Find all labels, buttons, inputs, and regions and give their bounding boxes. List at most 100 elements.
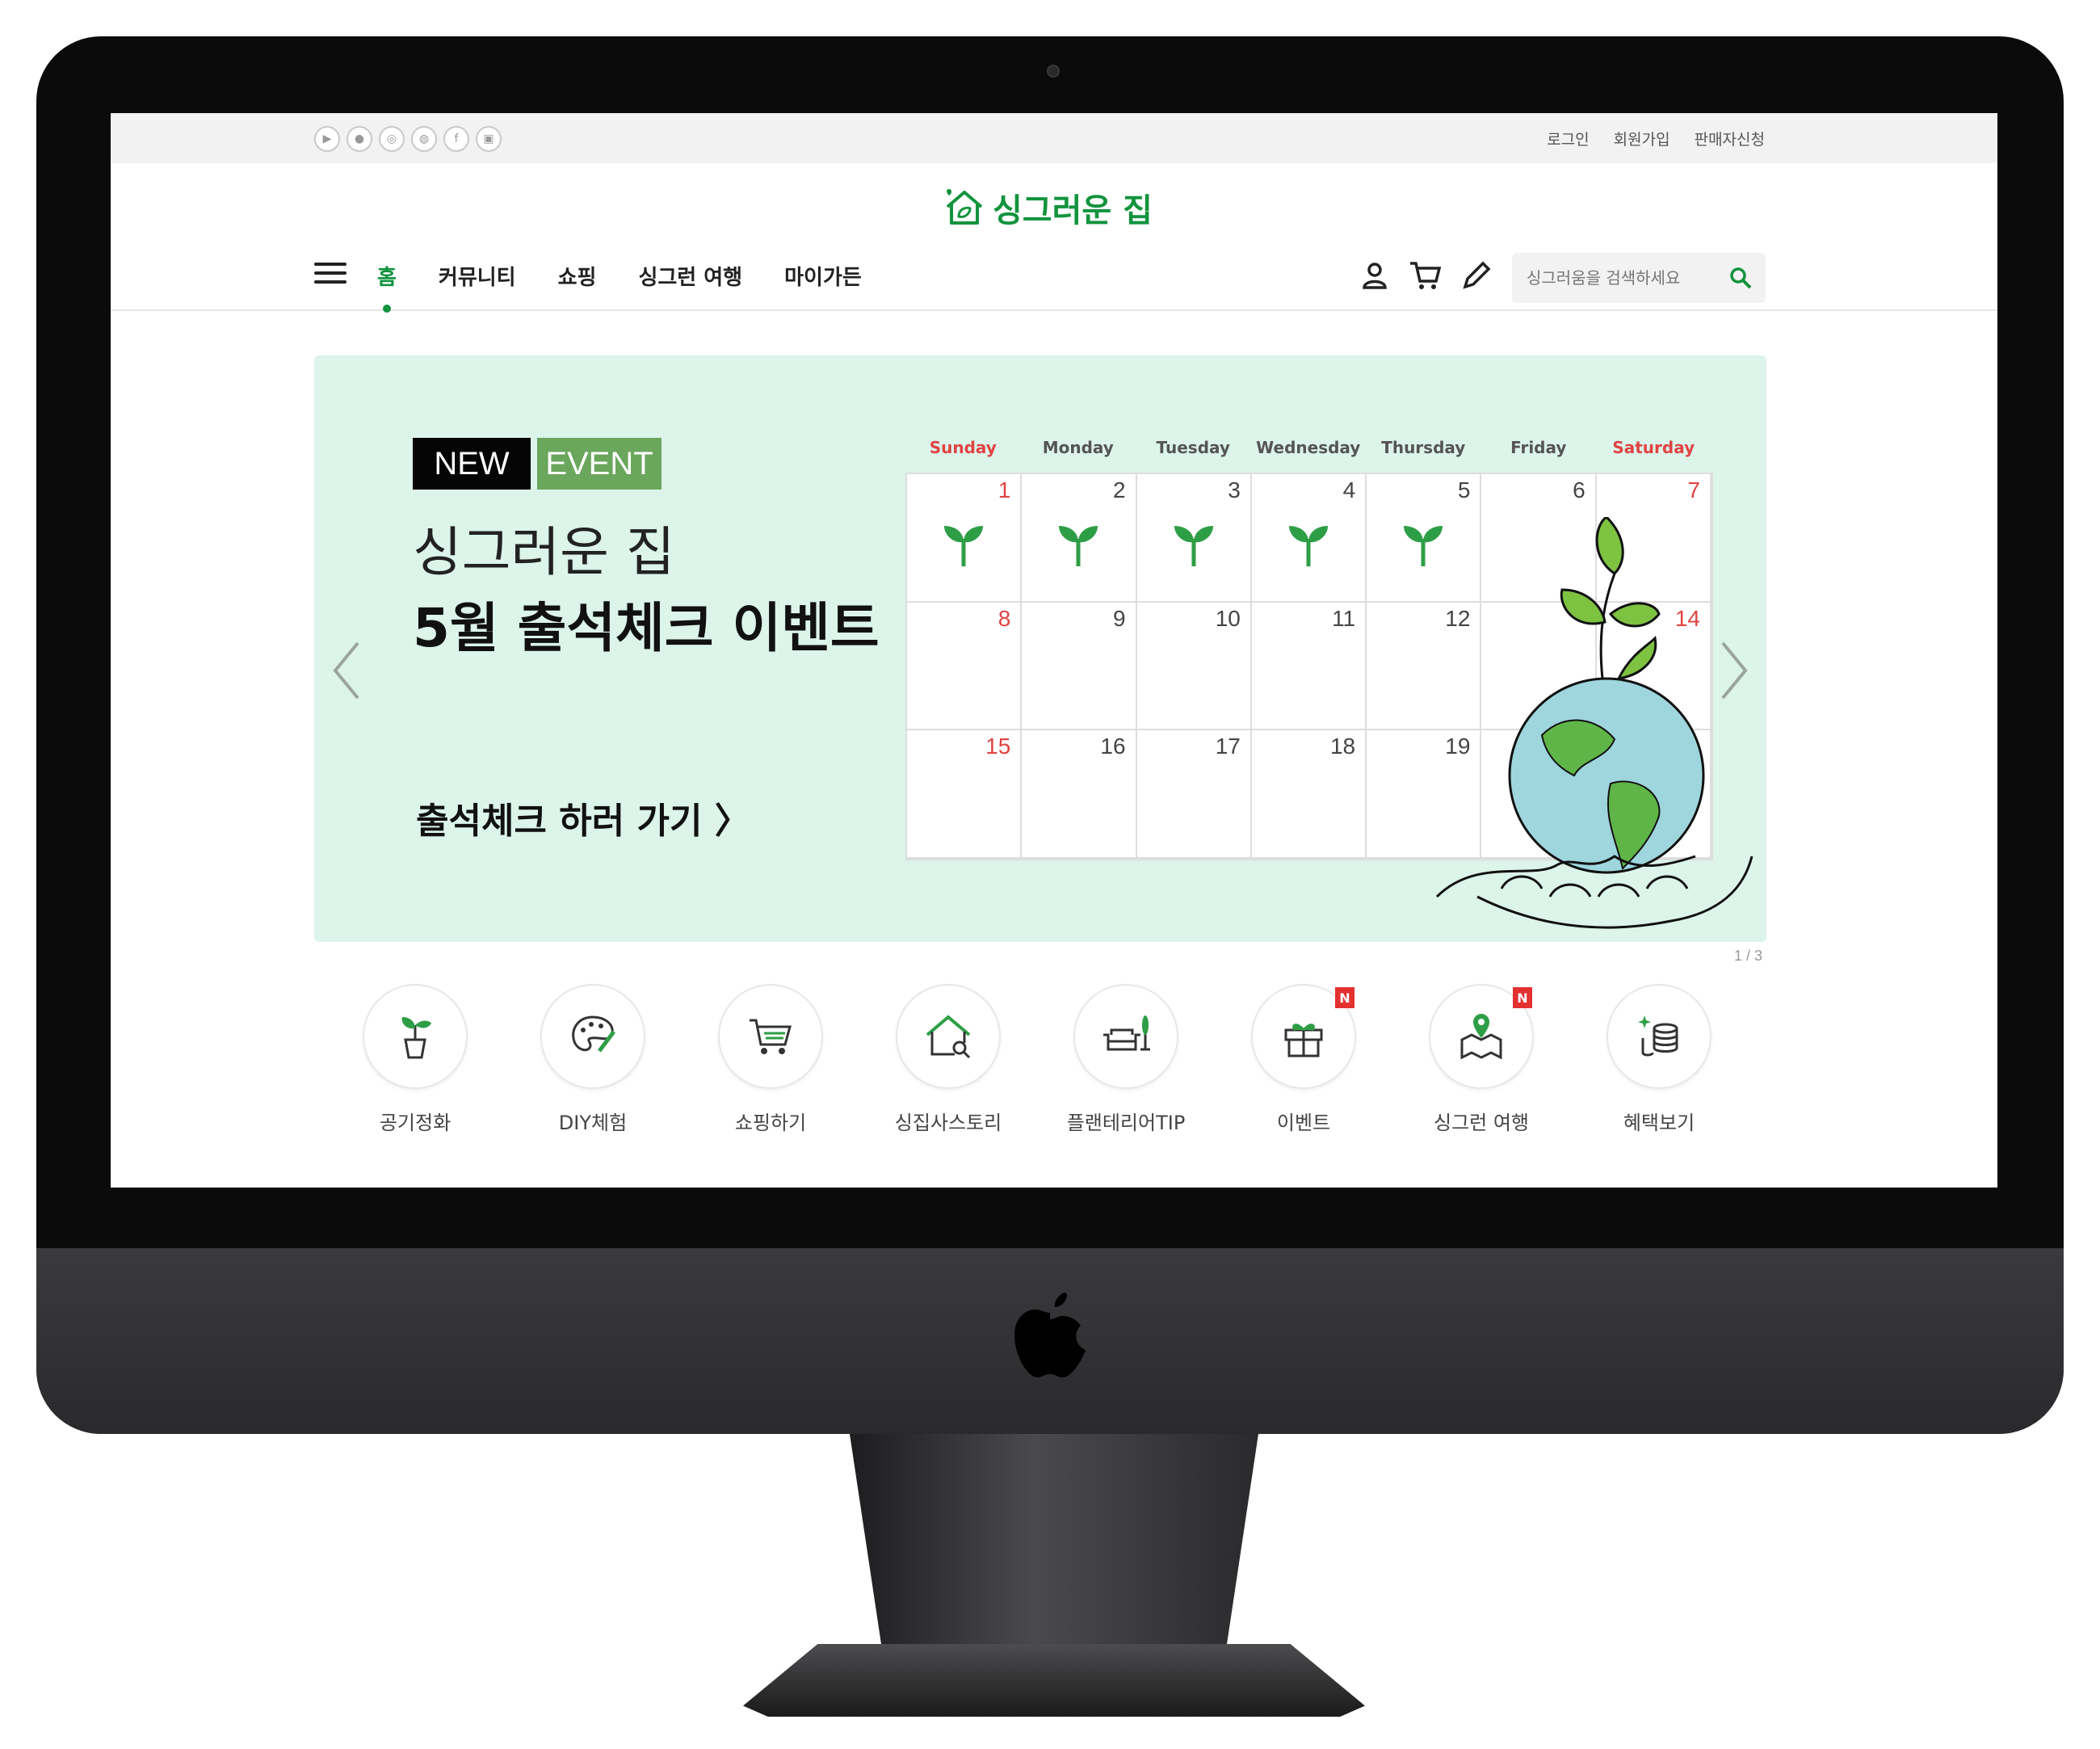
weekday-label: Monday	[1042, 438, 1114, 457]
house-leaf-icon	[946, 189, 983, 225]
nav-menu: 홈 커뮤니티 쇼핑 싱그런 여행 마이가든	[377, 261, 862, 313]
login-link[interactable]: 로그인	[1547, 128, 1589, 149]
calendar-day-cell[interactable]: 15	[907, 730, 1023, 859]
calendar-day-number: 2	[1112, 477, 1126, 502]
camera-icon	[1047, 65, 1060, 78]
calendar-day-cell[interactable]: 8	[907, 602, 1023, 731]
weekday-label: Friday	[1510, 438, 1567, 457]
calendar-day-cell[interactable]: 3	[1136, 474, 1252, 603]
category-label: 싱그런 여행	[1433, 1112, 1530, 1134]
calendar-day-cell[interactable]: 17	[1136, 730, 1252, 859]
calendar-weekdays: Sunday Monday Tuesday Wednesday Thursday…	[905, 438, 1713, 457]
coins-icon	[1638, 1015, 1678, 1057]
banner-next-arrow-icon[interactable]	[1718, 638, 1750, 703]
category-label: 쇼핑하기	[734, 1112, 807, 1134]
calendar-day-cell[interactable]: 9	[1022, 602, 1137, 731]
category-air-purifying[interactable]: 공기정화	[363, 984, 468, 1135]
sprout-stamp-icon	[1174, 526, 1213, 566]
category-label: 플랜테리어TIP	[1066, 1112, 1186, 1134]
search-box	[1512, 253, 1766, 303]
calendar-day-number: 4	[1342, 477, 1356, 502]
palette-icon	[572, 1015, 615, 1053]
site-logo[interactable]: 싱그러운 집	[943, 184, 1153, 231]
nav-item-travel[interactable]: 싱그런 여행	[638, 261, 742, 291]
main-nav: 홈 커뮤니티 쇼핑 싱그런 여행 마이가든	[111, 253, 1997, 313]
sprout-stamp-icon	[1288, 526, 1328, 566]
new-badge: NEW	[413, 438, 531, 490]
search-input[interactable]	[1512, 253, 1714, 303]
category-label: 혜택보기	[1623, 1112, 1695, 1134]
new-indicator: N	[1335, 987, 1354, 1008]
category-benefits[interactable]: 혜택보기	[1606, 984, 1712, 1135]
calendar-day-number: 1	[998, 477, 1011, 502]
category-planterior-tip[interactable]: 플랜테리어TIP	[1067, 984, 1185, 1135]
weekday-label: Wednesday	[1256, 438, 1361, 457]
earth-plant-illustration	[1435, 517, 1754, 929]
cart-icon	[750, 1019, 792, 1054]
hamburger-menu-icon[interactable]	[314, 263, 346, 288]
logo-text: 싱그러운 집	[993, 192, 1153, 229]
weekday-label: Thursday	[1381, 438, 1466, 457]
calendar-day-number: 9	[1112, 605, 1126, 631]
nav-item-home[interactable]: 홈	[377, 261, 397, 313]
weekday-label: Saturday	[1612, 438, 1695, 457]
category-label: 싱집사스토리	[894, 1112, 1002, 1134]
attendance-cta-link[interactable]: 출석체크 하러 가기 〉	[416, 792, 750, 843]
weekday-label: Sunday	[929, 438, 997, 457]
nav-item-community[interactable]: 커뮤니티	[439, 261, 516, 291]
banner-title-line2: 5월 출석체크 이벤트	[413, 597, 880, 659]
signup-link[interactable]: 회원가입	[1614, 128, 1670, 149]
seller-apply-link[interactable]: 판매자신청	[1695, 128, 1765, 149]
category-label: 이벤트	[1276, 1112, 1331, 1134]
calendar-day-number: 16	[1100, 734, 1126, 759]
calendar-day-number: 6	[1573, 477, 1586, 502]
youtube-icon[interactable]: ▣	[476, 126, 502, 152]
apple-icon[interactable]: ●	[346, 126, 372, 152]
calendar-day-cell[interactable]: 4	[1251, 474, 1367, 603]
instagram-icon[interactable]: ◎	[379, 126, 405, 152]
sprout-stamp-icon	[944, 526, 983, 566]
banner-title-line1: 싱그러운 집	[413, 521, 675, 583]
header-icons	[1359, 259, 1493, 292]
calendar-day-number: 7	[1687, 477, 1700, 502]
calendar-day-number: 10	[1215, 605, 1241, 631]
top-utility-bar: ▶ ● ◎ ◍ f ▣ 로그인 회원가입 판매자신청	[111, 113, 1997, 163]
category-label: DIY체험	[558, 1112, 628, 1134]
calendar-day-cell[interactable]: 18	[1251, 730, 1367, 859]
cart-icon[interactable]	[1409, 259, 1443, 292]
event-banner[interactable]: NEW EVENT 싱그러운 집 5월 출석체크 이벤트 출석체크 하러 가기 …	[314, 355, 1766, 942]
calendar-day-number: 8	[998, 605, 1011, 631]
apple-logo-icon	[1014, 1293, 1086, 1377]
event-badge: EVENT	[537, 438, 662, 490]
category-event[interactable]: N 이벤트	[1251, 984, 1356, 1135]
map-pin-icon	[1460, 1014, 1502, 1060]
calendar-day-number: 5	[1457, 477, 1471, 502]
category-story[interactable]: 싱집사스토리	[895, 984, 1002, 1135]
calendar-day-number: 18	[1329, 734, 1356, 759]
talk-icon[interactable]: ◍	[411, 126, 437, 152]
category-travel[interactable]: N 싱그런 여행	[1429, 984, 1534, 1135]
weekday-label: Tuesday	[1156, 438, 1230, 457]
calendar-day-cell[interactable]: 1	[907, 474, 1023, 603]
calendar-day-cell[interactable]: 2	[1022, 474, 1137, 603]
calendar-day-cell[interactable]: 11	[1251, 602, 1367, 731]
play-icon[interactable]: ▶	[314, 126, 340, 152]
facebook-icon[interactable]: f	[443, 126, 469, 152]
user-icon[interactable]	[1359, 259, 1391, 292]
monitor-stand-foot	[743, 1644, 1365, 1717]
category-shopping[interactable]: 쇼핑하기	[718, 984, 823, 1135]
search-icon[interactable]	[1728, 266, 1753, 290]
browser-screen: ▶ ● ◎ ◍ f ▣ 로그인 회원가입 판매자신청 싱그러운 집 홈 커뮤니티…	[111, 113, 1997, 1188]
calendar-day-cell[interactable]: 10	[1136, 602, 1252, 731]
sprout-stamp-icon	[1059, 526, 1098, 566]
nav-item-mygarden[interactable]: 마이가든	[784, 261, 862, 291]
calendar-day-number: 15	[985, 734, 1011, 759]
social-links: ▶ ● ◎ ◍ f ▣	[314, 126, 502, 152]
calendar-day-number: 11	[1332, 605, 1356, 631]
nav-item-shopping[interactable]: 쇼핑	[558, 261, 597, 291]
pencil-icon[interactable]	[1460, 259, 1493, 292]
new-indicator: N	[1513, 987, 1532, 1008]
calendar-day-cell[interactable]: 16	[1022, 730, 1137, 859]
category-diy[interactable]: DIY체험	[540, 984, 645, 1135]
banner-prev-arrow-icon[interactable]	[330, 638, 363, 703]
